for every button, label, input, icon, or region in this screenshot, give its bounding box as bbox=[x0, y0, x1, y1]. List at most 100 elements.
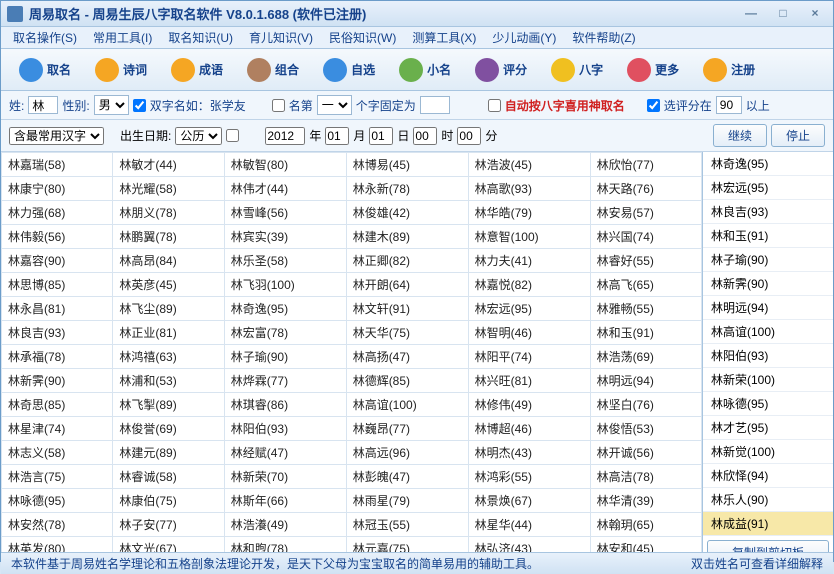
name-cell[interactable]: 林博超(46) bbox=[468, 417, 590, 441]
menu-item[interactable]: 软件帮助(Z) bbox=[564, 27, 643, 48]
name-cell[interactable]: 林奇思(85) bbox=[2, 393, 113, 417]
name-cell[interactable]: 林鹏翼(78) bbox=[113, 225, 224, 249]
name-cell[interactable]: 林俊悟(53) bbox=[590, 417, 701, 441]
name-cell[interactable]: 林明远(94) bbox=[590, 369, 701, 393]
name-cell[interactable]: 林高谊(100) bbox=[346, 393, 468, 417]
name-grid[interactable]: 林嘉瑞(58)林敏才(44)林敏智(80)林博易(45)林浩波(45)林欣怡(7… bbox=[1, 152, 703, 552]
side-item[interactable]: 林高谊(100) bbox=[703, 320, 833, 344]
toolbar-诗词[interactable]: 诗词 bbox=[85, 54, 157, 86]
name-cell[interactable]: 林文轩(91) bbox=[346, 297, 468, 321]
name-cell[interactable]: 林欣怡(77) bbox=[590, 153, 701, 177]
name-cell[interactable]: 林睿诚(58) bbox=[113, 465, 224, 489]
name-cell[interactable]: 林高洁(78) bbox=[590, 465, 701, 489]
minimize-button[interactable]: — bbox=[739, 6, 763, 22]
side-item[interactable]: 林宏远(95) bbox=[703, 176, 833, 200]
name-cell[interactable]: 林博易(45) bbox=[346, 153, 468, 177]
name-cell[interactable]: 林飞羽(100) bbox=[224, 273, 346, 297]
name-cell[interactable]: 林咏德(95) bbox=[2, 489, 113, 513]
name-cell[interactable]: 林飞掣(89) bbox=[113, 393, 224, 417]
minute-input[interactable] bbox=[457, 127, 481, 145]
name-cell[interactable]: 林永昌(81) bbox=[2, 297, 113, 321]
name-cell[interactable]: 林景焕(67) bbox=[468, 489, 590, 513]
score-input[interactable] bbox=[716, 96, 742, 114]
name-cell[interactable]: 林奇逸(95) bbox=[224, 297, 346, 321]
side-item[interactable]: 林良吉(93) bbox=[703, 200, 833, 224]
name-cell[interactable]: 林朋义(78) bbox=[113, 201, 224, 225]
name-cell[interactable]: 林弘济(43) bbox=[468, 537, 590, 553]
toolbar-评分[interactable]: 评分 bbox=[465, 54, 537, 86]
menu-item[interactable]: 测算工具(X) bbox=[404, 27, 484, 48]
maximize-button[interactable]: □ bbox=[771, 6, 795, 22]
name-cell[interactable]: 林高远(96) bbox=[346, 441, 468, 465]
name-cell[interactable]: 林伟才(44) bbox=[224, 177, 346, 201]
toolbar-八字[interactable]: 八字 bbox=[541, 54, 613, 86]
side-item[interactable]: 林和玉(91) bbox=[703, 224, 833, 248]
name-cell[interactable]: 林华皓(79) bbox=[468, 201, 590, 225]
name-cell[interactable]: 林明杰(43) bbox=[468, 441, 590, 465]
name-cell[interactable]: 林修伟(49) bbox=[468, 393, 590, 417]
name-cell[interactable]: 林新霁(90) bbox=[2, 369, 113, 393]
year-input[interactable] bbox=[265, 127, 305, 145]
side-item[interactable]: 林乐人(90) bbox=[703, 488, 833, 512]
toolbar-小名[interactable]: 小名 bbox=[389, 54, 461, 86]
menu-item[interactable]: 常用工具(I) bbox=[85, 27, 160, 48]
name-cell[interactable]: 林浩言(75) bbox=[2, 465, 113, 489]
name-cell[interactable]: 林烨霖(77) bbox=[224, 369, 346, 393]
name-cell[interactable]: 林高飞(65) bbox=[590, 273, 701, 297]
name-cell[interactable]: 林雅畅(55) bbox=[590, 297, 701, 321]
side-item[interactable]: 林新荣(100) bbox=[703, 368, 833, 392]
side-item[interactable]: 林欣怿(94) bbox=[703, 464, 833, 488]
gender-select[interactable]: 男 bbox=[94, 95, 129, 115]
name-cell[interactable]: 林伟毅(56) bbox=[2, 225, 113, 249]
hour-input[interactable] bbox=[413, 127, 437, 145]
month-input[interactable] bbox=[325, 127, 349, 145]
name-cell[interactable]: 林英彦(45) bbox=[113, 273, 224, 297]
name-cell[interactable]: 林俊雄(42) bbox=[346, 201, 468, 225]
name-cell[interactable]: 林天路(76) bbox=[590, 177, 701, 201]
name-cell[interactable]: 林光耀(58) bbox=[113, 177, 224, 201]
name-cell[interactable]: 林坚白(76) bbox=[590, 393, 701, 417]
menu-item[interactable]: 取名操作(S) bbox=[5, 27, 85, 48]
name-cell[interactable]: 林高昂(84) bbox=[113, 249, 224, 273]
name-cell[interactable]: 林嘉悦(82) bbox=[468, 273, 590, 297]
name-cell[interactable]: 林浩瀁(49) bbox=[224, 513, 346, 537]
toolbar-自选[interactable]: 自选 bbox=[313, 54, 385, 86]
name-cell[interactable]: 林力强(68) bbox=[2, 201, 113, 225]
day-input[interactable] bbox=[369, 127, 393, 145]
name-cell[interactable]: 林阳平(74) bbox=[468, 345, 590, 369]
name-cell[interactable]: 林兴国(74) bbox=[590, 225, 701, 249]
name-cell[interactable]: 林敏才(44) bbox=[113, 153, 224, 177]
name-cell[interactable]: 林兴旺(81) bbox=[468, 369, 590, 393]
name-cell[interactable]: 林正卿(82) bbox=[346, 249, 468, 273]
menu-item[interactable]: 取名知识(U) bbox=[160, 27, 241, 48]
name-cell[interactable]: 林宏远(95) bbox=[468, 297, 590, 321]
name-cell[interactable]: 林建木(89) bbox=[346, 225, 468, 249]
name-cell[interactable]: 林嘉瑞(58) bbox=[2, 153, 113, 177]
name-cell[interactable]: 林鸿彩(55) bbox=[468, 465, 590, 489]
name-cell[interactable]: 林雨星(79) bbox=[346, 489, 468, 513]
name-cell[interactable]: 林巍昂(77) bbox=[346, 417, 468, 441]
name-cell[interactable]: 林康宁(80) bbox=[2, 177, 113, 201]
name-cell[interactable]: 林开朗(64) bbox=[346, 273, 468, 297]
name-cell[interactable]: 林睿好(55) bbox=[590, 249, 701, 273]
calendar-select[interactable]: 公历 bbox=[175, 127, 222, 145]
name-cell[interactable]: 林彭魄(47) bbox=[346, 465, 468, 489]
name-cell[interactable]: 林德辉(85) bbox=[346, 369, 468, 393]
name-cell[interactable]: 林天华(75) bbox=[346, 321, 468, 345]
name-cell[interactable]: 林思博(85) bbox=[2, 273, 113, 297]
side-item[interactable]: 林阳伯(93) bbox=[703, 344, 833, 368]
name-cell[interactable]: 林开诚(56) bbox=[590, 441, 701, 465]
auto-bazi-checkbox[interactable] bbox=[488, 99, 501, 112]
hanzi-mode-select[interactable]: 含最常用汉字 bbox=[9, 127, 104, 145]
name-cell[interactable]: 林高歌(93) bbox=[468, 177, 590, 201]
double-name-checkbox[interactable] bbox=[133, 99, 146, 112]
name-cell[interactable]: 林力夫(41) bbox=[468, 249, 590, 273]
side-item[interactable]: 林成益(91) bbox=[703, 512, 833, 536]
name-cell[interactable]: 林建元(89) bbox=[113, 441, 224, 465]
name-cell[interactable]: 林新荣(70) bbox=[224, 465, 346, 489]
ming-first-select[interactable]: 一 bbox=[317, 95, 352, 115]
continue-button[interactable]: 继续 bbox=[713, 124, 767, 147]
name-cell[interactable]: 林安然(78) bbox=[2, 513, 113, 537]
calendar-checkbox[interactable] bbox=[226, 129, 239, 142]
name-cell[interactable]: 林飞尘(89) bbox=[113, 297, 224, 321]
